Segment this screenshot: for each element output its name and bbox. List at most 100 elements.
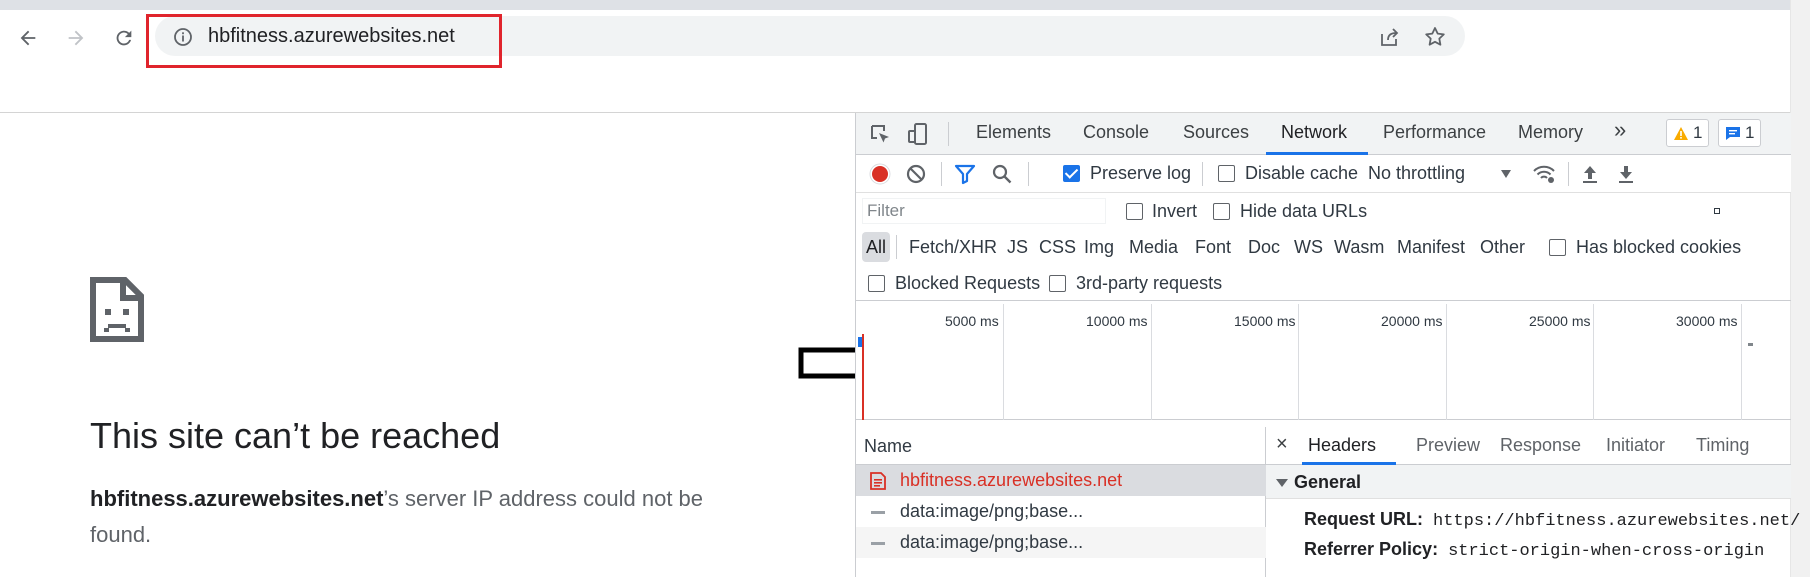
timeline-tick: 10000 ms [1086, 313, 1148, 329]
preserve-log-checkbox[interactable] [1063, 165, 1080, 182]
panel-resize-handle[interactable] [1714, 208, 1720, 214]
type-filter-manifest[interactable]: Manifest [1397, 237, 1465, 258]
back-button[interactable] [16, 26, 40, 50]
search-icon[interactable] [990, 162, 1014, 186]
request-row[interactable]: data:image/png;base... [856, 496, 1266, 527]
tab-sources[interactable]: Sources [1183, 122, 1249, 143]
close-icon[interactable]: × [1276, 433, 1288, 456]
timeline-tick: 30000 ms [1676, 313, 1738, 329]
resource-type-filters: All Fetch/XHR JS CSS Img Media Font Doc … [856, 229, 1791, 265]
blocked-filters: Blocked Requests 3rd-party requests [856, 265, 1791, 301]
tab-response[interactable]: Response [1500, 435, 1581, 456]
request-name: hbfitness.azurewebsites.net [900, 470, 1123, 490]
general-section-header[interactable]: General [1266, 465, 1791, 499]
devtools-tabbar: Elements Console Sources Network Perform… [856, 113, 1791, 155]
triangle-down-icon [1276, 479, 1288, 487]
type-filter-css[interactable]: CSS [1039, 237, 1076, 258]
preserve-log-label: Preserve log [1090, 163, 1192, 183]
tab-network[interactable]: Network [1281, 122, 1347, 143]
hide-data-urls-checkbox[interactable] [1213, 203, 1230, 220]
tab-preview[interactable]: Preview [1416, 435, 1480, 456]
inspect-element-icon[interactable] [868, 122, 892, 146]
arrow-left-icon [20, 30, 36, 46]
type-filter-js[interactable]: JS [1007, 237, 1028, 258]
tab-console[interactable]: Console [1083, 122, 1149, 143]
tab-timing[interactable]: Timing [1696, 435, 1749, 456]
warnings-badge[interactable]: 1 [1666, 119, 1710, 147]
chevron-down-icon[interactable] [1500, 169, 1512, 179]
timeline-gridline [1003, 304, 1004, 420]
name-column-header[interactable]: Name [856, 427, 1266, 465]
timeline-gridline [1741, 304, 1742, 420]
tab-initiator[interactable]: Initiator [1606, 435, 1665, 456]
disable-cache-checkbox[interactable] [1218, 165, 1235, 182]
type-filter-media[interactable]: Media [1129, 237, 1178, 258]
tab-headers[interactable]: Headers [1308, 435, 1376, 456]
reload-icon [116, 30, 132, 46]
tab-performance[interactable]: Performance [1383, 122, 1486, 143]
blocked-requests-checkbox[interactable] [868, 275, 885, 292]
throttling-select[interactable]: No throttling [1368, 163, 1465, 184]
network-overview[interactable]: 5000 ms 10000 ms 15000 ms 20000 ms 25000… [856, 304, 1791, 420]
invert-checkbox[interactable] [1126, 203, 1143, 220]
timeline-tick: 25000 ms [1529, 313, 1591, 329]
toolbar-separator [948, 122, 949, 146]
type-filter-fetch-xhr[interactable]: Fetch/XHR [909, 237, 997, 258]
tab-memory[interactable]: Memory [1518, 122, 1583, 143]
type-filter-img[interactable]: Img [1084, 237, 1114, 258]
filter-input[interactable] [862, 198, 1106, 224]
timeline-tick: 5000 ms [945, 313, 999, 329]
timeline-gridline [1593, 304, 1594, 420]
share-icon[interactable] [1377, 25, 1401, 49]
messages-badge[interactable]: 1 [1718, 119, 1762, 147]
controls-separator [1202, 162, 1203, 186]
timeline-mini-mark [1748, 343, 1753, 346]
page-scrollbar[interactable] [1790, 0, 1810, 577]
image-resource-icon [871, 510, 885, 514]
error-title: This site can’t be reached [90, 415, 501, 456]
type-separator [896, 235, 897, 259]
record-icon[interactable] [868, 162, 892, 186]
request-name: data:image/png;base... [900, 501, 1084, 521]
timeline-gridline [1151, 304, 1152, 420]
upload-icon[interactable] [1578, 162, 1602, 186]
clear-icon[interactable] [904, 162, 928, 186]
tab-strip [0, 0, 1790, 10]
type-filter-all[interactable]: All [862, 232, 890, 262]
invert-label: Invert [1152, 201, 1198, 221]
request-row[interactable]: data:image/png;base... [856, 527, 1266, 558]
document-error-icon [870, 471, 886, 490]
referrer-policy-row: Referrer Policy: strict-origin-when-cross… [1304, 539, 1764, 561]
type-filter-font[interactable]: Font [1195, 237, 1231, 258]
warning-icon [1674, 126, 1688, 140]
request-list: Name hbfitness.azurewebsites.net data:im… [856, 427, 1266, 577]
general-section-title: General [1294, 472, 1362, 492]
arrow-right-icon [68, 30, 84, 46]
type-filter-wasm[interactable]: Wasm [1334, 237, 1384, 258]
third-party-label: 3rd-party requests [1076, 273, 1223, 293]
more-tabs-button[interactable]: » [1614, 117, 1626, 143]
forward-button[interactable] [64, 26, 88, 50]
request-row[interactable]: hbfitness.azurewebsites.net [856, 465, 1266, 496]
has-blocked-cookies-checkbox[interactable] [1549, 239, 1566, 256]
device-toolbar-icon[interactable] [906, 122, 930, 146]
request-url-row: Request URL: https://hbfitness.azurewebsi… [1304, 509, 1800, 531]
error-description: hbfitness.azurewebsites.net’s server IP … [90, 481, 730, 553]
warnings-count: 1 [1693, 123, 1703, 142]
network-controls: Preserve log Disable cache No throttling [856, 155, 1791, 193]
filter-icon[interactable] [953, 162, 977, 186]
type-filter-other[interactable]: Other [1480, 237, 1525, 258]
timeline-tick: 15000 ms [1234, 313, 1296, 329]
network-conditions-icon[interactable] [1532, 162, 1556, 186]
controls-separator [941, 162, 942, 186]
third-party-checkbox[interactable] [1049, 275, 1066, 292]
type-filter-doc[interactable]: Doc [1248, 237, 1280, 258]
star-icon[interactable] [1423, 25, 1447, 49]
tab-elements[interactable]: Elements [976, 122, 1051, 143]
timeline-tick: 20000 ms [1381, 313, 1443, 329]
type-filter-ws[interactable]: WS [1294, 237, 1323, 258]
download-icon[interactable] [1614, 162, 1638, 186]
reload-button[interactable] [112, 26, 136, 50]
blocked-requests-label: Blocked Requests [895, 273, 1041, 293]
timeline-gridline [1446, 304, 1447, 420]
